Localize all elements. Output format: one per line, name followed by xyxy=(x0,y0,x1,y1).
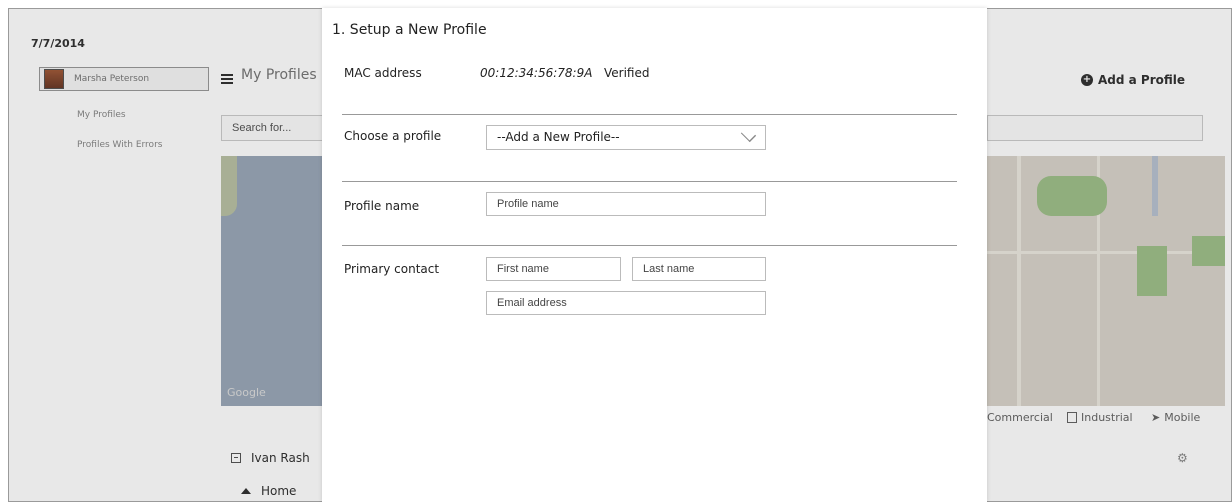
modal-title: 1. Setup a New Profile xyxy=(332,22,487,38)
divider xyxy=(342,181,957,182)
mac-address-value: 00:12:34:56:78:9A xyxy=(480,66,593,80)
divider xyxy=(342,114,957,115)
profile-name-input[interactable] xyxy=(486,192,766,216)
mac-address-label: MAC address xyxy=(344,66,422,80)
first-name-input[interactable] xyxy=(486,257,621,281)
mac-status: Verified xyxy=(604,66,650,80)
setup-profile-modal: 1. Setup a New Profile MAC address 00:12… xyxy=(322,8,987,502)
last-name-input[interactable] xyxy=(632,257,766,281)
profile-select-value: --Add a New Profile-- xyxy=(497,130,620,144)
profile-select[interactable]: --Add a New Profile-- xyxy=(486,125,766,150)
choose-profile-label: Choose a profile xyxy=(344,129,442,143)
email-input[interactable] xyxy=(486,291,766,315)
primary-contact-label: Primary contact xyxy=(344,262,440,276)
divider xyxy=(342,245,957,246)
chevron-down-icon xyxy=(740,126,757,143)
profile-name-label: Profile name xyxy=(344,199,420,213)
